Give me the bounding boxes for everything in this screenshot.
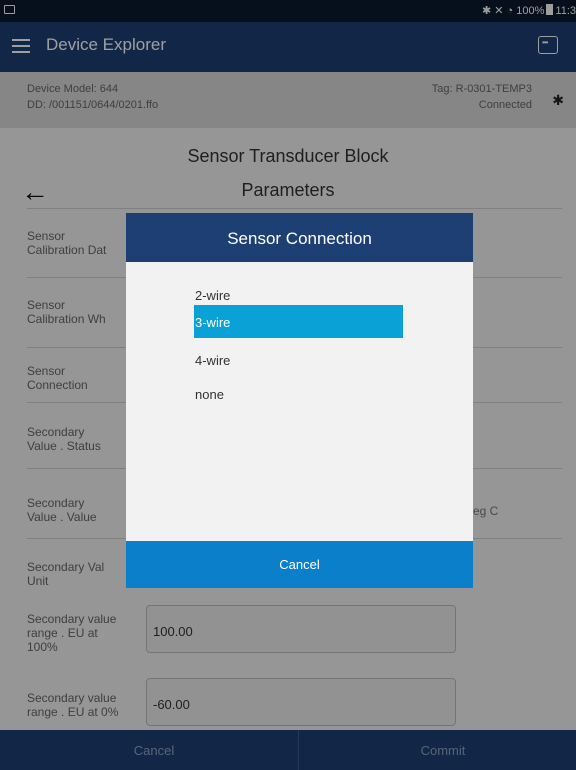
dialog-title: Sensor Connection <box>126 213 473 262</box>
option-3-wire[interactable]: 3-wire <box>194 305 403 338</box>
sensor-connection-dialog: Sensor Connection 2-wire 3-wire 4-wire n… <box>126 213 473 588</box>
dialog-cancel-button[interactable]: Cancel <box>126 541 473 588</box>
option-4-wire[interactable]: 4-wire <box>194 343 403 376</box>
option-none[interactable]: none <box>194 377 403 410</box>
